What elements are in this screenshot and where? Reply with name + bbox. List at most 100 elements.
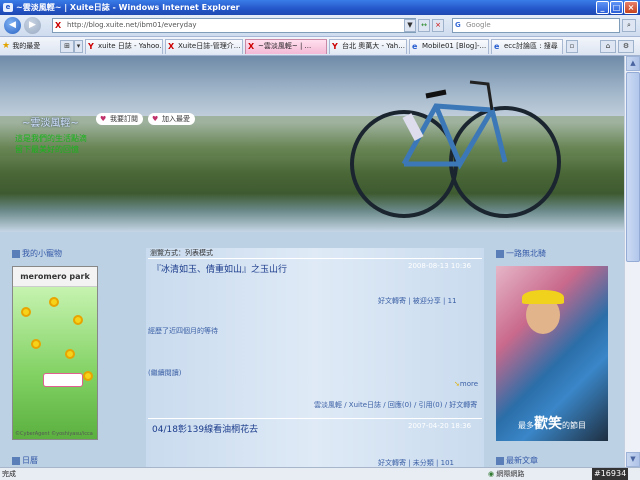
caption-small: 最多 xyxy=(518,421,534,430)
tab-ecc-forum[interactable]: e ecc討論區 : 搜尋 xyxy=(491,39,563,54)
post-date: 2007-04-20 18:36 xyxy=(408,422,472,430)
tab-label: Mobile01 [Blog]-... xyxy=(422,42,487,50)
favorites-center-button[interactable]: ★ 我的最愛 xyxy=(2,40,40,52)
tab-bar: ★ 我的最愛 ⊞ ▾ Yxuite 日誌 - Yahoo... X Xuite日誌… xyxy=(0,37,640,56)
section-icon xyxy=(496,456,504,465)
add-favorite-button[interactable]: ♥ 加入最愛 xyxy=(148,113,195,125)
tab-xuite-admin[interactable]: X Xuite日誌-管理介... xyxy=(165,39,243,54)
section-icon xyxy=(496,249,504,258)
heart-icon: ♥ xyxy=(100,115,107,123)
section-icon xyxy=(12,456,20,465)
post-title[interactable]: 『冰清如玉、倩重如山』之玉山行 xyxy=(152,262,287,275)
go-button[interactable]: ↔ xyxy=(418,19,430,32)
post-title[interactable]: 04/18彰139線看油桐花去 xyxy=(152,422,258,435)
post-divider xyxy=(148,418,482,419)
vertical-scrollbar[interactable]: ▲ ▼ xyxy=(624,56,640,467)
back-button[interactable]: ◀ xyxy=(4,17,21,34)
blog-description-line1: 這是我們的生活點滴 xyxy=(15,134,87,143)
widget-bubble[interactable] xyxy=(43,373,83,387)
post-actions[interactable]: 好文轉寄 | 被迎分享 | 11 xyxy=(378,296,457,306)
security-zone: ◉ 網際網路 xyxy=(488,468,524,480)
scroll-up-button[interactable]: ▲ xyxy=(626,56,640,71)
tools-button[interactable]: ⚙ xyxy=(618,40,634,53)
post-divider xyxy=(148,258,482,259)
featured-photo[interactable]: 最多歡笑的節目 xyxy=(496,266,608,441)
sunflower xyxy=(73,315,83,325)
search-button[interactable]: ⌕ xyxy=(622,19,636,32)
xuite-favicon: X xyxy=(168,42,175,51)
new-tab-button[interactable]: ▫ xyxy=(566,40,578,53)
maximize-button[interactable]: □ xyxy=(610,1,623,14)
yahoo-favicon: Y xyxy=(332,42,338,51)
forward-button[interactable]: ▶ xyxy=(24,17,41,34)
ie-favicon: e xyxy=(412,42,418,51)
close-button[interactable]: × xyxy=(624,1,638,14)
search-input[interactable]: G Google xyxy=(452,18,620,33)
latest-heading-text: 最新文章 xyxy=(506,456,538,465)
section-icon xyxy=(12,249,20,258)
heart-icon: ♥ xyxy=(152,115,159,123)
status-text: 完成 xyxy=(2,470,16,478)
calendar-heading: 日曆 xyxy=(12,455,38,466)
bicycle-illustration xyxy=(350,80,561,218)
right-heading: 一路無北騎 xyxy=(496,248,546,259)
quick-tabs-button[interactable]: ⊞ xyxy=(60,40,74,53)
blog-banner: ~雲淡風輕~ ♥ 我要訂閱 ♥ 加入最愛 這是我們的生活點滴 留下最美好的回憶 xyxy=(0,56,624,232)
tab-label: Xuite日誌-管理介... xyxy=(178,42,241,50)
sunflower xyxy=(83,371,93,381)
widget-field xyxy=(13,287,97,439)
favorites-label: 我的最愛 xyxy=(12,42,41,50)
scroll-down-button[interactable]: ▼ xyxy=(626,452,640,467)
more-link[interactable]: ➘more xyxy=(454,380,478,388)
tab-list-button[interactable]: ▾ xyxy=(74,40,83,53)
home-button[interactable]: ⌂ xyxy=(600,40,616,53)
sunflower xyxy=(65,349,75,359)
window-title-bar: e ~雲淡風輕~ | Xuite日誌 - Windows Internet Ex… xyxy=(0,0,640,15)
scroll-thumb[interactable] xyxy=(626,72,640,262)
status-bar: 完成 ◉ 網際網路 #16934 xyxy=(0,467,640,480)
caption-big: 歡笑 xyxy=(534,416,562,432)
post-footer[interactable]: 雲淡風輕 / Xuite日誌 / 回應(0) / 引用(0) / 好文轉寄 xyxy=(314,400,477,410)
star-icon: ★ xyxy=(2,41,11,51)
caption-end: 的節目 xyxy=(562,421,586,430)
tab-blog-active[interactable]: X ~雲淡風輕~ | ... xyxy=(245,39,327,54)
address-input[interactable]: X http://blog.xuite.net/ibm01/everyday xyxy=(52,18,416,33)
minimize-button[interactable]: _ xyxy=(596,1,609,14)
sunflower xyxy=(21,307,31,317)
photo-hat xyxy=(522,290,564,304)
address-dropdown-button[interactable]: ▼ xyxy=(404,19,416,32)
widget-title: meromero park xyxy=(13,267,97,287)
tab-label: xuite 日誌 - Yahoo... xyxy=(98,42,163,50)
watermark: #16934 xyxy=(592,468,629,480)
post-actions[interactable]: 好文轉寄 | 未分類 | 101 xyxy=(378,458,454,467)
google-icon: G xyxy=(455,21,461,29)
widget-credit: ©CyberAgent ©yoshiyasu/icca xyxy=(15,431,93,437)
calendar-heading-text: 日曆 xyxy=(22,456,38,465)
continue-reading-link[interactable]: (繼續閱讀) xyxy=(148,368,181,378)
meromero-park-widget[interactable]: meromero park ©CyberAgent ©yoshiyasu/icc… xyxy=(12,266,98,440)
globe-icon: ◉ xyxy=(488,470,495,478)
zone-text: 網際網路 xyxy=(496,470,525,478)
xuite-favicon: X xyxy=(55,21,62,30)
subscribe-button[interactable]: ♥ 我要訂閱 xyxy=(96,113,143,125)
yahoo-favicon: Y xyxy=(88,42,94,51)
blog-title[interactable]: ~雲淡風輕~ xyxy=(22,114,79,129)
latest-heading: 最新文章 xyxy=(496,455,538,466)
tab-mobile01[interactable]: e Mobile01 [Blog]-... xyxy=(409,39,489,54)
ie-icon: e xyxy=(3,3,13,12)
post-date: 2008-08-13 10:36 xyxy=(408,262,472,270)
post-excerpt: 經歷了近四個月的等待 xyxy=(148,327,218,335)
sunflower xyxy=(31,339,41,349)
page-content: ~雲淡風輕~ ♥ 我要訂閱 ♥ 加入最愛 這是我們的生活點滴 留下最美好的回憶 我的… xyxy=(0,56,624,467)
pet-heading-text: 我的小寵物 xyxy=(22,249,62,258)
view-mode-label[interactable]: 瀏覽方式：列表模式 xyxy=(150,248,213,258)
address-toolbar: ◀ ▶ X http://blog.xuite.net/ibm01/everyd… xyxy=(0,15,640,37)
photo-caption: 最多歡笑的節目 xyxy=(496,413,608,433)
stop-button[interactable]: × xyxy=(432,19,444,32)
tab-xuite-yahoo[interactable]: Yxuite 日誌 - Yahoo... xyxy=(85,39,163,54)
add-favorite-label: 加入最愛 xyxy=(162,115,190,123)
tab-taipei-aowanda[interactable]: Y 台北 奧萬大 - Yah... xyxy=(329,39,407,54)
window-title: ~雲淡風輕~ | Xuite日誌 - Windows Internet Expl… xyxy=(16,3,240,12)
blog-description-line2: 留下最美好的回憶 xyxy=(15,145,79,154)
sunflower xyxy=(49,297,59,307)
